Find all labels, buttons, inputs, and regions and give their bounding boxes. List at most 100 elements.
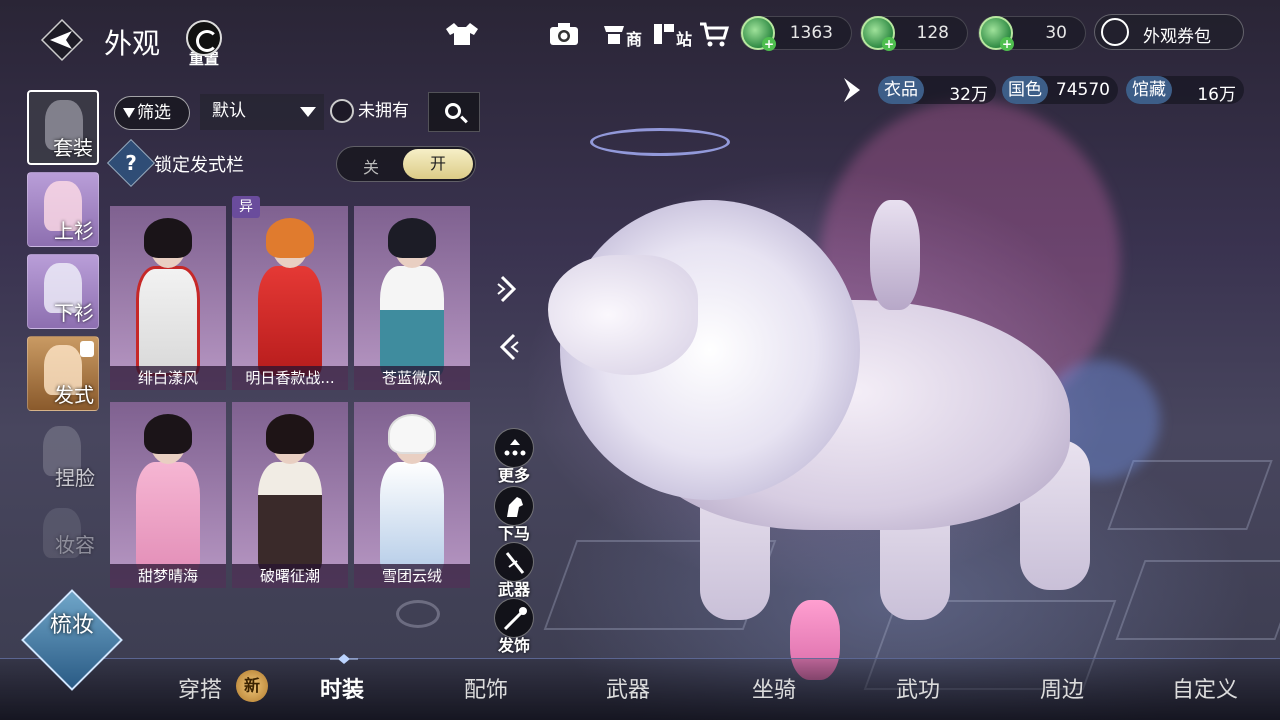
outfit-card[interactable]: 破曙征潮 (232, 402, 348, 588)
more-icon (494, 428, 534, 468)
page-title: 外观 (104, 27, 161, 60)
tab-makeup[interactable]: 妆容 (27, 500, 99, 560)
currency-value: 128 (916, 23, 949, 43)
lock-hair-toggle[interactable]: 关 开 (336, 146, 476, 182)
expand-right-icon[interactable] (496, 274, 520, 304)
back-button[interactable] (38, 18, 86, 62)
stat-style: 衣品 32万 (878, 76, 996, 105)
currency-value: 1363 (789, 23, 833, 43)
shop-icon (604, 26, 624, 44)
sort-value: 默认 (212, 101, 246, 121)
tab-label: 发式 (54, 383, 94, 407)
tab-suit[interactable]: 套装 (27, 90, 99, 165)
outfit-card[interactable]: 甜梦晴海 (110, 402, 226, 588)
toggle-off-label: 关 (363, 158, 380, 177)
tab-label: 捏脸 (55, 466, 95, 490)
dismount-button[interactable]: 下马 (492, 486, 536, 544)
stat-value: 32万 (949, 85, 988, 105)
outfit-name: 甜梦晴海 (110, 564, 226, 588)
chevron-right-icon[interactable] (840, 76, 864, 104)
search-button[interactable] (428, 92, 480, 132)
variant-badge: 异 (232, 196, 260, 218)
camera-icon (550, 23, 578, 45)
outfit-model (258, 218, 322, 376)
search-icon (445, 103, 461, 119)
stat-value: 16万 (1197, 85, 1236, 105)
reset-icon (186, 20, 222, 56)
tab-merch[interactable]: 周边 (1040, 672, 1084, 703)
camera-button[interactable] (544, 14, 584, 54)
outfit-card[interactable]: 雪团云绒 (354, 402, 470, 588)
outfit-model (258, 414, 322, 572)
shop-button[interactable]: 商 (594, 14, 642, 54)
station-label: 站 (675, 30, 692, 49)
makeup-button[interactable]: 梳妆 (21, 589, 123, 691)
makeup-diamond-icon (21, 589, 123, 691)
stat-collection: 馆藏 16万 (1126, 76, 1244, 105)
hairpin-icon (494, 598, 534, 638)
shop-label: 商 (625, 30, 642, 49)
tab-weapons[interactable]: 武器 (606, 672, 650, 703)
weapon-button[interactable]: 武器 (492, 542, 536, 600)
tab-label: 妆容 (55, 533, 95, 557)
station-icon (654, 24, 674, 44)
floating-halo (590, 128, 730, 156)
reset-button[interactable]: 重置 (182, 20, 226, 70)
tab-top[interactable]: 上衫 (27, 172, 99, 247)
outfit-name: 明日香款战... (232, 366, 348, 390)
filter-icon (123, 108, 135, 118)
tab-accessories[interactable]: 配饰 (464, 672, 508, 703)
active-tab-marker-icon (330, 654, 358, 664)
back-arrow-icon (40, 18, 84, 62)
sword-icon (494, 542, 534, 582)
shirt-icon (446, 23, 478, 45)
filter-button[interactable]: 筛选 (114, 96, 190, 130)
toggle-on-label: 开 (403, 149, 473, 179)
tab-bottom[interactable]: 下衫 (27, 254, 99, 329)
lock-icon (80, 341, 94, 357)
currency-token[interactable]: 30 (978, 16, 1086, 51)
stat-beauty: 国色 74570 (1002, 76, 1118, 104)
gem-coin-icon (861, 16, 896, 51)
outfit-name: 雪团云绒 (354, 564, 470, 588)
tab-fashion[interactable]: 时装 (320, 672, 364, 703)
tab-label: 下衫 (54, 301, 94, 325)
outfit-button[interactable] (442, 14, 482, 54)
tab-face[interactable]: 捏脸 (27, 418, 99, 493)
outfit-card[interactable]: 绯白漾风 (110, 206, 226, 390)
rider-character (870, 200, 920, 310)
lock-hair-label: 锁定发式栏 (154, 155, 244, 176)
currency-value: 30 (1045, 23, 1067, 43)
tab-mounts[interactable]: 坐骑 (752, 672, 796, 703)
outfit-name: 苍蓝微风 (354, 366, 470, 390)
outfit-name: 破曙征潮 (232, 564, 348, 588)
more-button[interactable]: 更多 (492, 428, 536, 486)
wallet-button[interactable]: 外观券包 (1094, 14, 1244, 50)
dropdown-icon (300, 107, 316, 117)
checkbox-circle-icon (330, 99, 354, 123)
stat-key: 衣品 (878, 76, 924, 104)
station-button[interactable]: 站 (644, 14, 692, 54)
not-owned-checkbox[interactable]: 未拥有 (330, 98, 426, 126)
new-badge: 新 (236, 670, 268, 702)
outfit-model (380, 218, 444, 376)
hair-accessory-button[interactable]: 发饰 (492, 598, 536, 656)
tab-label: 上衫 (54, 219, 94, 243)
collapse-left-icon[interactable] (496, 332, 520, 362)
outfit-card[interactable]: 明日香款战... (232, 206, 348, 390)
currency-jade[interactable]: 1363 (740, 16, 852, 51)
outfit-model (380, 414, 444, 572)
token-coin-icon (979, 16, 1014, 51)
outfit-model (136, 218, 200, 376)
outfit-card[interactable]: 苍蓝微风 (354, 206, 470, 390)
wallet-label: 外观券包 (1143, 27, 1211, 47)
tab-custom[interactable]: 自定义 (1172, 672, 1238, 703)
cart-button[interactable] (694, 14, 734, 54)
hair-accessory-preview (396, 600, 440, 628)
tab-outfit-mix[interactable]: 穿搭 (178, 672, 222, 703)
sort-select[interactable]: 默认 (200, 94, 324, 130)
currency-gem[interactable]: 128 (860, 16, 968, 51)
horse-icon (494, 486, 534, 526)
tab-hair[interactable]: 发式 (27, 336, 99, 411)
tab-martial-arts[interactable]: 武功 (896, 672, 940, 703)
